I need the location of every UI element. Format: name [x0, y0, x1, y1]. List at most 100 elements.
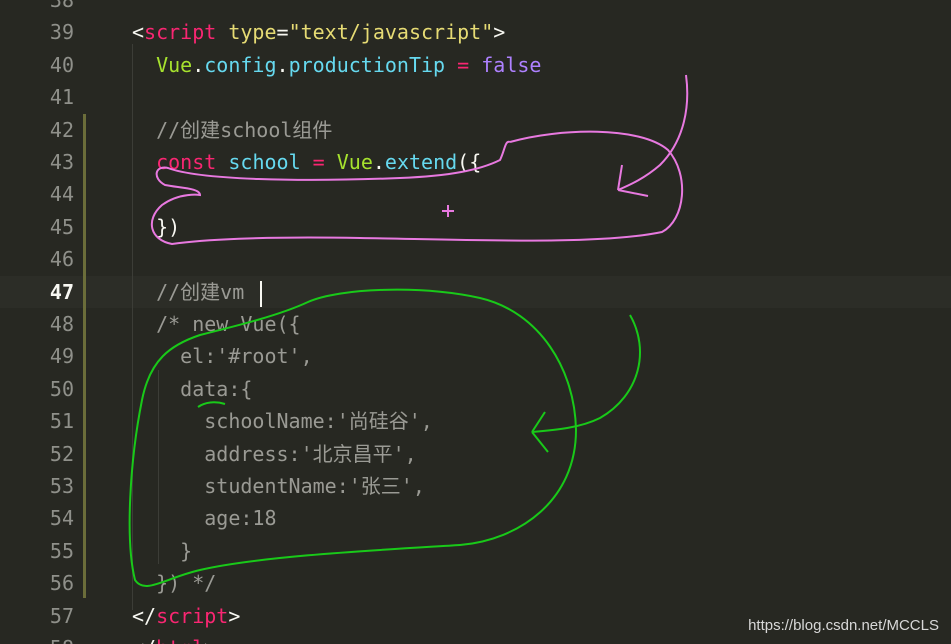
line-code: address:'北京昌平', [132, 438, 417, 470]
line-code: age:18 [132, 502, 277, 534]
line-number: 39 [49, 20, 74, 45]
code-token: . [372, 150, 385, 174]
code-token: = [312, 150, 325, 174]
code-line[interactable]: 38 [0, 0, 951, 16]
line-number: 42 [49, 117, 74, 142]
line-number: 53 [49, 474, 74, 498]
line-code: const school = Vue.extend({ [132, 146, 481, 178]
code-token: script [144, 20, 217, 45]
code-line[interactable]: 55 } [0, 535, 951, 567]
line-number: 47 [49, 279, 74, 304]
code-editor[interactable]: 38 39 <script type="text/javascript"> 40 Vu… [0, 0, 951, 644]
code-token: extend [384, 150, 458, 174]
line-code: <script type="text/javascript"> [132, 16, 505, 48]
code-line[interactable]: 40 Vue.config.productionTip = false [0, 49, 951, 81]
code-line[interactable]: 45 }) [0, 211, 951, 243]
code-line[interactable]: 49 el:'#root', [0, 340, 951, 372]
code-token: school [228, 150, 301, 174]
code-token: type [228, 20, 277, 45]
code-token: Vue [156, 52, 193, 77]
code-token: . [192, 52, 205, 77]
line-number: 45 [49, 214, 74, 239]
line-code: Vue.config.productionTip = false [132, 49, 541, 81]
code-line[interactable]: 41 [0, 81, 951, 113]
line-number: 58 [0, 632, 74, 644]
code-token: const [156, 150, 217, 174]
text-cursor [260, 281, 262, 307]
code-line[interactable]: 56 }) */ [0, 567, 951, 599]
line-code: el:'#root', [132, 340, 312, 372]
code-token: address:'北京昌平', [204, 441, 417, 466]
line-code: data:{ [132, 373, 252, 405]
line-code: //创建vm [132, 276, 244, 308]
code-line[interactable]: 51 schoolName:'尚硅谷', [0, 405, 951, 437]
code-line[interactable]: 44 [0, 178, 951, 210]
modified-lines-bar [83, 114, 86, 598]
code-line[interactable]: 42 //创建school组件 [0, 114, 951, 146]
code-line[interactable]: 53 studentName:'张三', [0, 470, 951, 502]
line-code: /* new Vue({ [132, 308, 301, 340]
code-token: . [276, 52, 289, 77]
code-line[interactable]: 39 <script type="text/javascript"> [0, 16, 951, 48]
line-code: }) */ [132, 567, 216, 599]
code-token: </ [132, 636, 156, 644]
line-number: 41 [49, 85, 74, 110]
code-line[interactable]: 43 const school = Vue.extend({ [0, 146, 951, 178]
code-line[interactable]: 52 address:'北京昌平', [0, 438, 951, 470]
watermark: https://blog.csdn.net/MCCLS [748, 617, 939, 634]
line-number: 44 [49, 182, 74, 207]
code-token: productionTip [288, 52, 446, 77]
code-token: schoolName:'尚硅谷', [204, 409, 433, 434]
code-token: }) */ [156, 571, 217, 596]
code-token: > [493, 20, 506, 45]
line-number: 56 [49, 571, 74, 596]
line-number: 54 [49, 506, 74, 531]
line-code: </script> [132, 600, 240, 632]
code-token: </ [132, 603, 157, 628]
code-line[interactable]: 47 //创建vm [0, 275, 951, 308]
code-token: script [156, 603, 229, 628]
code-token: studentName:'张三', [204, 474, 425, 498]
code-token: Vue [336, 150, 373, 174]
line-number: 46 [49, 247, 74, 272]
code-token: //创建vm [156, 279, 245, 304]
code-token: < [132, 20, 145, 45]
line-number: 51 [49, 409, 74, 434]
code-token: data:{ [180, 376, 253, 401]
code-token: ({ [457, 150, 482, 174]
code-token: "text/javascript" [288, 20, 494, 45]
code-token: config [204, 52, 277, 77]
line-code: schoolName:'尚硅谷', [132, 405, 433, 437]
code-token: //创建school组件 [156, 117, 333, 142]
line-number: 55 [49, 538, 74, 563]
code-line[interactable]: 48 /* new Vue({ [0, 308, 951, 340]
code-token: } [180, 538, 193, 563]
line-code: </html> [132, 632, 216, 644]
code-token: = [276, 20, 289, 45]
line-code: } [132, 535, 192, 567]
line-number: 57 [49, 603, 74, 628]
code-line[interactable]: 46 [0, 243, 951, 275]
line-number: 52 [49, 441, 74, 466]
line-number: 40 [49, 52, 74, 77]
code-token: age:18 [204, 506, 277, 531]
code-token: html [156, 636, 204, 644]
code-line[interactable]: 54 age:18 [0, 502, 951, 534]
line-number: 38 [49, 0, 74, 12]
code-line[interactable]: 50 data:{ [0, 373, 951, 405]
line-number: 49 [49, 344, 74, 369]
